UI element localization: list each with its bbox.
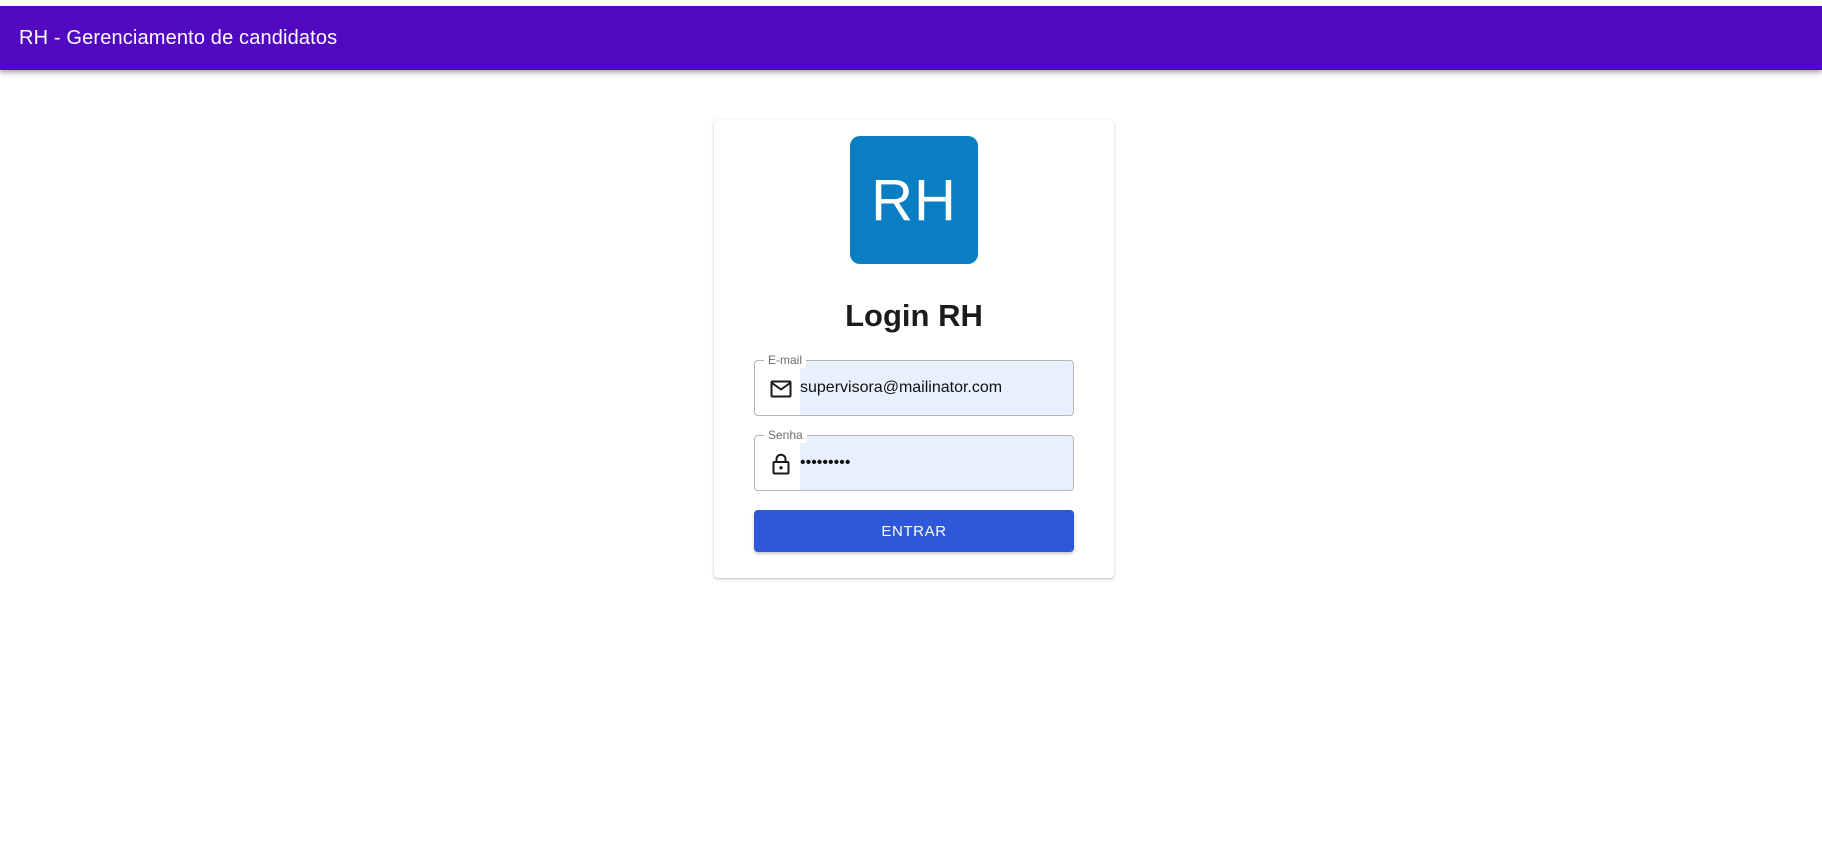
password-input[interactable]: •••••••••	[800, 436, 850, 490]
app-bar: RH - Gerenciamento de candidatos	[0, 6, 1822, 70]
app-title: RH - Gerenciamento de candidatos	[19, 26, 338, 49]
rh-logo-text: RH	[871, 167, 957, 233]
password-field[interactable]: Senha •••••••••	[754, 427, 1074, 491]
rh-logo: RH	[850, 136, 978, 264]
login-card: RH Login RH E-mail supervisora@mailinato…	[714, 120, 1114, 578]
email-field[interactable]: E-mail supervisora@mailinator.com	[754, 352, 1074, 416]
email-input[interactable]: supervisora@mailinator.com	[800, 361, 1002, 415]
login-heading: Login RH	[845, 298, 983, 333]
mail-icon	[769, 377, 793, 401]
entrar-button[interactable]: ENTRAR	[754, 510, 1074, 552]
lock-icon	[769, 452, 793, 476]
